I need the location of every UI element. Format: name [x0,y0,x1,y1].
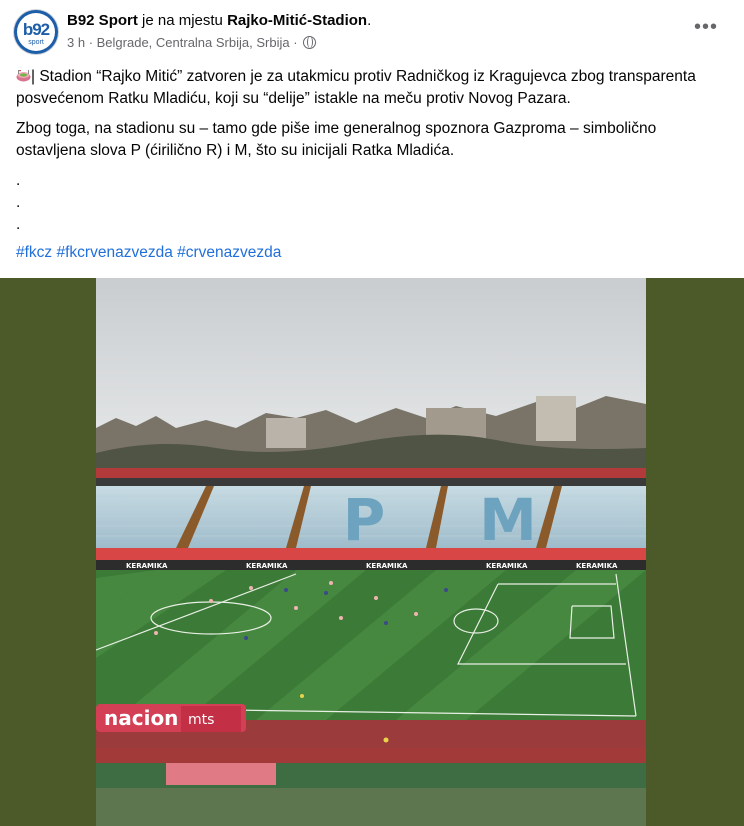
letter-m: M [479,486,537,554]
post-place: Belgrade, Centralna Srbija, Srbija [96,35,290,50]
stadium-photo[interactable]: P M KERAMIKA KERAMIKA KERAMIKA KERAMIKA … [96,278,646,826]
post-title: B92 Sport je na mjestu Rajko-Mitić-Stadi… [67,12,371,29]
location-link[interactable]: Rajko-Mitić-Stadion [227,12,367,29]
sponsor-board-3: KERAMIKA [366,562,408,570]
post-meta: 3 h · Belgrade, Centralna Srbija, Srbija… [67,35,317,50]
post-photo-container[interactable]: P M KERAMIKA KERAMIKA KERAMIKA KERAMIKA … [0,278,744,826]
letter-p: P [343,486,386,554]
adboard-left-text: nacion [104,706,178,730]
sponsor-board-1: KERAMIKA [126,562,168,570]
hashtag-crvenazvezda[interactable]: #crvenazvezda [177,244,281,261]
sponsor-board-4: KERAMIKA [486,562,528,570]
sponsor-board-5: KERAMIKA [576,562,618,570]
paragraph-1-text: | Stadion “Rajko Mitić” zatvoren je za u… [16,68,696,107]
post-header: b92 sport B92 Sport je na mjestu Rajko-M… [0,0,744,60]
spacer-dot: . [16,194,21,211]
spacer-dot: . [16,172,21,189]
checkin-text: je na mjestu [137,12,228,29]
page-name-link[interactable]: B92 Sport [67,12,138,29]
adboard-right-text: mts [188,712,214,728]
hashtag-fkcrvenazvezda[interactable]: #fkcrvenazvezda [57,244,173,261]
sponsor-board-2: KERAMIKA [246,562,288,570]
avatar-logo-text: b92 [22,20,50,39]
spacer-dot: . [16,216,21,233]
hashtag-fkcz[interactable]: #fkcz [16,244,52,261]
more-options-button[interactable]: ••• [694,17,722,40]
hashtag-list: #fkcz #fkcrvenazvezda #crvenazvezda [16,244,281,262]
stadium-icon [16,69,31,82]
facebook-post: b92 sport B92 Sport je na mjestu Rajko-M… [0,0,744,826]
post-text: | Stadion “Rajko Mitić” zatvoren je za u… [16,66,728,236]
meta-separator-2: · [289,35,302,50]
page-avatar[interactable]: b92 sport [14,10,58,54]
globe-icon[interactable] [303,36,317,49]
avatar-logo-subtext: sport [28,39,44,46]
post-time-link[interactable]: 3 h [67,35,85,50]
post-paragraph-2: Zbog toga, na stadionu su – tamo gde piš… [16,120,657,159]
avatar-badge: b92 sport [17,13,55,51]
title-period: . [367,12,372,29]
post-paragraph-1: | Stadion “Rajko Mitić” zatvoren je za u… [16,66,728,110]
meta-separator: · [85,35,97,50]
